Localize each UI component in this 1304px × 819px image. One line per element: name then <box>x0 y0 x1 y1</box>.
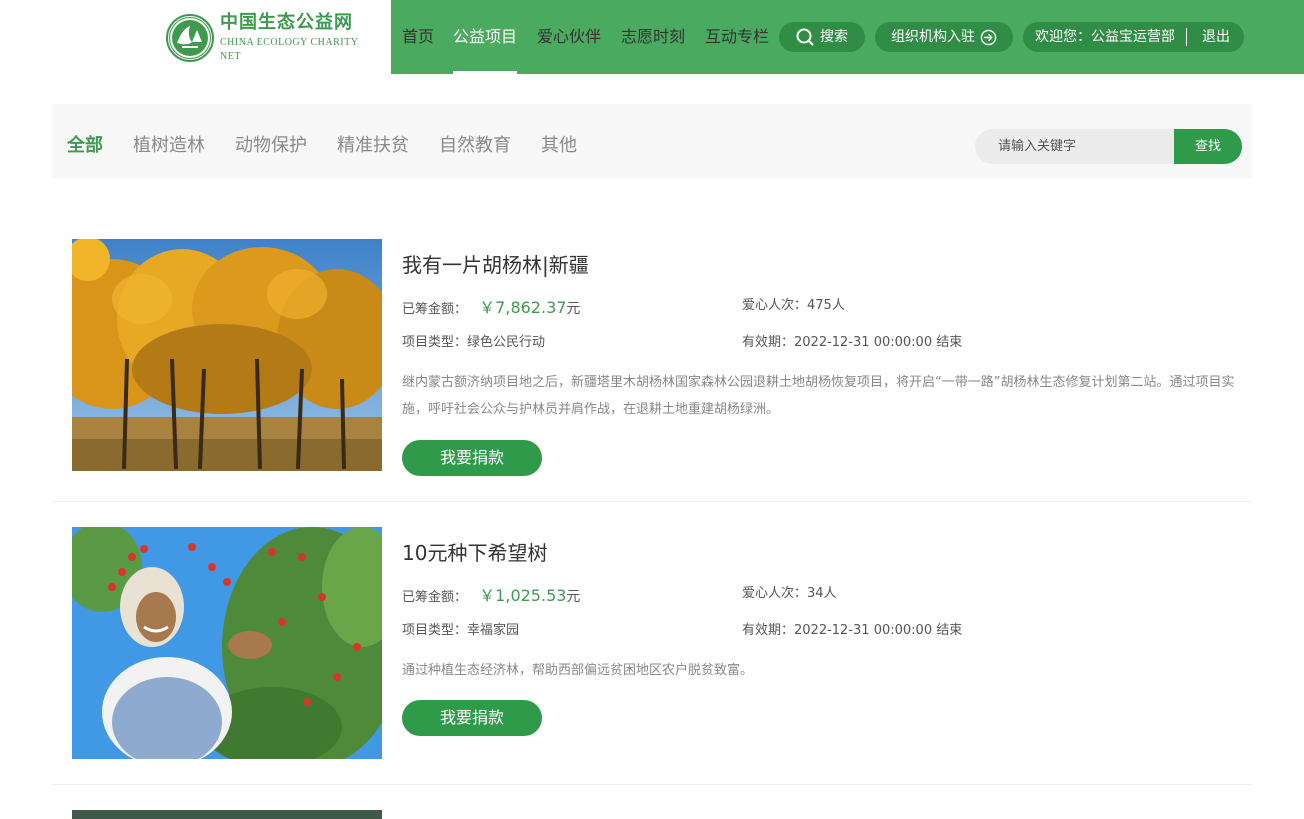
logout-link[interactable]: 退出 <box>1202 22 1230 52</box>
site-header: 中国生态公益网 CHINA ECOLOGY CHARITY NET 首页 公益项… <box>0 0 1304 74</box>
raised-currency: ￥ <box>479 298 496 317</box>
arrow-right-circle-icon <box>980 29 997 45</box>
nav-item-partners[interactable]: 爱心伙伴 <box>537 0 601 74</box>
keyword-search-button[interactable]: 查找 <box>1174 129 1242 164</box>
user-menu: 欢迎您：公益宝运营部 退出 <box>1023 22 1244 52</box>
search-button-label: 搜索 <box>820 29 848 45</box>
logo-chinese-name: 中国生态公益网 <box>220 12 353 33</box>
category-animal-protection[interactable]: 动物保护 <box>235 104 307 178</box>
donors-label: 爱心人次： <box>742 298 808 313</box>
project-card: 10元种下希望树 已筹金额： ￥1,025.53元 爱心人次：34人 项目类型：… <box>52 502 1252 785</box>
valid-period: 有效期：2022-12-31 00:00:00 结束 <box>742 619 962 638</box>
type-value: 绿色公民行动 <box>467 335 546 350</box>
nav-item-interactive[interactable]: 互动专栏 <box>705 0 769 74</box>
project-description: 通过种植生态经济林，帮助西部偏远贫困地区农户脱贫致富。 <box>402 663 754 678</box>
welcome-text: 欢迎您：公益宝运营部 <box>1035 29 1175 45</box>
raised-value: 1,025.53 <box>495 586 567 605</box>
raised-label: 已筹金额： <box>402 590 468 605</box>
raised-label: 已筹金额： <box>402 302 468 317</box>
raised-value: 7,862.37 <box>495 298 567 317</box>
org-join-label: 组织机构入驻 <box>891 29 975 45</box>
donor-count: 爱心人次：34人 <box>742 582 837 601</box>
nav-item-volunteer[interactable]: 志愿时刻 <box>621 0 685 74</box>
project-description: 继内蒙古额济纳项目地之后，新疆塔里木胡杨林国家森林公园退耕土地胡杨恢复项目，将开… <box>402 375 1235 417</box>
raised-unit: 元 <box>566 589 581 605</box>
project-thumbnail-partial[interactable] <box>72 810 382 819</box>
valid-value: 2022-12-31 00:00:00 结束 <box>794 335 963 350</box>
site-logo[interactable]: 中国生态公益网 CHINA ECOLOGY CHARITY NET <box>166 12 381 63</box>
category-nature-education[interactable]: 自然教育 <box>439 104 511 178</box>
raised-amount: 已筹金额： ￥1,025.53元 <box>402 582 580 606</box>
donate-button[interactable]: 我要捐款 <box>402 700 542 736</box>
org-join-button[interactable]: 组织机构入驻 <box>875 22 1013 52</box>
category-other[interactable]: 其他 <box>541 104 577 178</box>
raised-amount: 已筹金额： ￥7,862.37元 <box>402 294 580 318</box>
raised-currency: ￥ <box>479 586 496 605</box>
category-filter-bar: 全部 植树造林 动物保护 精准扶贫 自然教育 其他 查找 <box>52 104 1252 178</box>
project-type: 项目类型：幸福家园 <box>402 619 519 638</box>
type-label: 项目类型： <box>402 623 468 638</box>
donate-button[interactable]: 我要捐款 <box>402 440 542 476</box>
type-label: 项目类型： <box>402 335 468 350</box>
autumn-poplar-forest-photo[interactable] <box>72 239 382 471</box>
type-value: 幸福家园 <box>467 623 520 638</box>
nav-item-home[interactable]: 首页 <box>401 0 435 74</box>
nav-item-projects[interactable]: 公益项目 <box>453 0 517 74</box>
valid-period: 有效期：2022-12-31 00:00:00 结束 <box>742 331 962 350</box>
divider <box>1186 28 1187 46</box>
woman-picking-goji-berries-photo[interactable] <box>72 527 382 759</box>
valid-label: 有效期： <box>742 335 795 350</box>
keyword-search-input[interactable] <box>975 129 1175 164</box>
header-search-button[interactable]: 搜索 <box>779 22 865 52</box>
project-title[interactable]: 我有一片胡杨林|新疆 <box>402 249 589 278</box>
project-type: 项目类型：绿色公民行动 <box>402 331 545 350</box>
donors-label: 爱心人次： <box>742 586 808 601</box>
donors-value: 475人 <box>807 298 845 313</box>
category-poverty-alleviation[interactable]: 精准扶贫 <box>337 104 409 178</box>
category-all[interactable]: 全部 <box>67 104 103 178</box>
valid-value: 2022-12-31 00:00:00 结束 <box>794 623 963 638</box>
valid-label: 有效期： <box>742 623 795 638</box>
logo-english-name: CHINA ECOLOGY CHARITY NET <box>220 37 359 62</box>
category-afforestation[interactable]: 植树造林 <box>133 104 205 178</box>
raised-unit: 元 <box>566 301 581 317</box>
donors-value: 34人 <box>807 586 837 601</box>
project-title[interactable]: 10元种下希望树 <box>402 537 547 566</box>
project-card: 我有一片胡杨林|新疆 已筹金额： ￥7,862.37元 爱心人次：475人 项目… <box>52 221 1252 502</box>
search-icon <box>796 28 814 46</box>
donor-count: 爱心人次：475人 <box>742 294 845 313</box>
logo-emblem-icon <box>166 14 214 62</box>
